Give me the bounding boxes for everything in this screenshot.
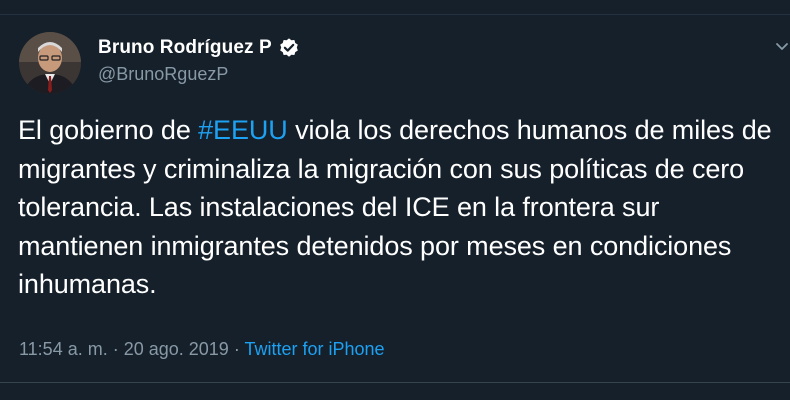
tweet-source-link[interactable]: Twitter for iPhone: [245, 339, 385, 359]
avatar-image: [19, 32, 81, 94]
top-divider: [0, 14, 790, 15]
tweet-time[interactable]: 11:54 a. m.: [19, 339, 108, 359]
avatar[interactable]: [19, 32, 81, 94]
author-name-row: Bruno Rodríguez P: [98, 37, 300, 59]
chevron-down-icon[interactable]: [772, 36, 790, 56]
meta-separator: ·: [228, 339, 245, 359]
author-handle[interactable]: @BrunoRguezP: [98, 64, 228, 85]
tweet-meta: 11:54 a. m. · 20 ago. 2019 · Twitter for…: [19, 339, 385, 360]
tweet-text: El gobierno de #EEUU viola los derechos …: [18, 111, 780, 304]
hashtag-link[interactable]: #EEUU: [198, 115, 288, 145]
meta-separator: ·: [107, 339, 124, 359]
tweet-date[interactable]: 20 ago. 2019: [124, 339, 229, 359]
tweet-text-part-1: El gobierno de: [18, 115, 199, 145]
author-display-name[interactable]: Bruno Rodríguez P: [98, 37, 272, 59]
bottom-divider: [0, 382, 790, 383]
tweet-card: Bruno Rodríguez P @BrunoRguezP El gobier…: [0, 0, 790, 400]
verified-badge-icon: [278, 37, 300, 59]
